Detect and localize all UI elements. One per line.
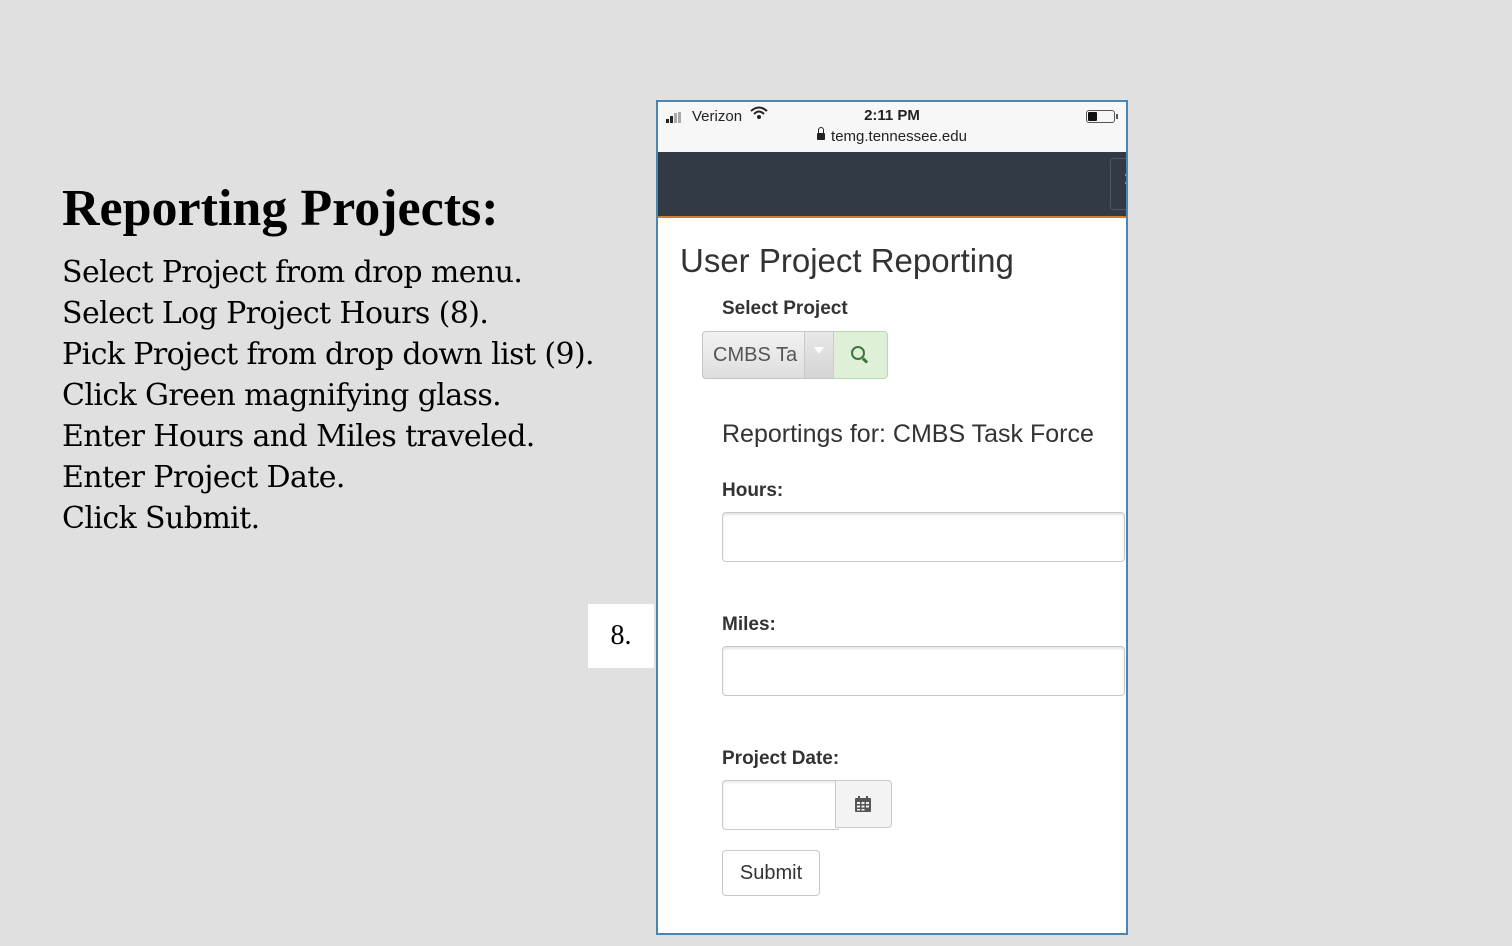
- miles-field[interactable]: [722, 646, 1125, 696]
- menu-toggle-button[interactable]: [1110, 158, 1126, 210]
- address-bar[interactable]: temg.tennessee.edu: [658, 126, 1126, 145]
- instruction-step: Click Green magnifying glass.: [62, 378, 502, 413]
- instruction-step: Pick Project from drop down list (9).: [62, 337, 595, 372]
- lock-icon: [817, 126, 826, 140]
- submit-button[interactable]: Submit: [722, 850, 820, 896]
- battery-icon: [1086, 110, 1118, 123]
- page-title: User Project Reporting: [680, 242, 1014, 279]
- dropdown-arrow[interactable]: [804, 332, 834, 378]
- step-callout-label: 8.: [588, 604, 654, 668]
- calendar-icon: [855, 796, 871, 812]
- chevron-down-icon: [814, 347, 824, 354]
- project-date-field[interactable]: [722, 780, 839, 830]
- status-bar: Verizon 2:11 PM temg.tennessee.edu: [658, 102, 1126, 152]
- instruction-step: Click Submit.: [62, 501, 260, 536]
- instruction-step: Select Project from drop menu.: [62, 255, 523, 290]
- search-button[interactable]: [833, 331, 888, 379]
- site-navbar: [658, 152, 1126, 218]
- search-icon: [851, 346, 865, 360]
- status-time: 2:11 PM: [864, 107, 920, 124]
- select-project-label: Select Project: [722, 298, 848, 319]
- hours-field[interactable]: [722, 512, 1125, 562]
- instruction-step: Enter Project Date.: [62, 460, 345, 495]
- reportings-heading: Reportings for: CMBS Task Force: [722, 420, 1094, 448]
- project-select[interactable]: CMBS Ta: [702, 331, 834, 379]
- slide-title: Reporting Projects:: [62, 180, 499, 237]
- hours-label: Hours:: [722, 480, 784, 501]
- miles-label: Miles:: [722, 614, 776, 635]
- project-date-label: Project Date:: [722, 748, 840, 769]
- project-select-value: CMBS Ta: [713, 344, 798, 366]
- calendar-button[interactable]: [835, 780, 892, 828]
- instruction-list: Select Project from drop menu. Select Lo…: [62, 252, 595, 539]
- url-text: temg.tennessee.edu: [831, 128, 967, 145]
- instruction-step: Enter Hours and Miles traveled.: [62, 419, 535, 454]
- instruction-step: Select Log Project Hours (8).: [62, 296, 489, 331]
- phone-screenshot: Verizon 2:11 PM temg.tennessee.edu User …: [656, 100, 1128, 935]
